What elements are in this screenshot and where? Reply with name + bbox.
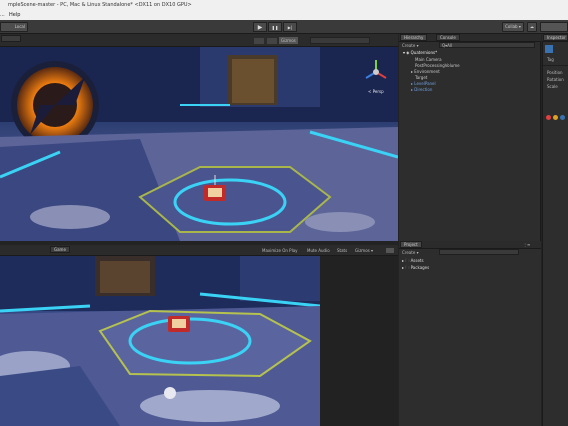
persp-label[interactable]: < Persp [368,89,384,94]
project-create-button[interactable]: Create ▾ [402,250,419,255]
scene-2d-toggle[interactable] [254,38,264,44]
collab-button[interactable]: Collab ▾ [502,22,524,32]
inspector-scale-label: Scale [547,84,558,89]
inspector-position-label: Position [547,70,563,75]
tab-console[interactable]: Console [436,34,460,41]
tab-project[interactable]: Project [400,241,422,248]
unity-editor-window: { "window": {"title": "mpleScene-master … [0,0,568,426]
main-toolbar: Local ▶ ❚❚ ▶| Collab ▾ ☁ [0,20,568,34]
game-render [0,256,320,426]
window-title: mpleScene-master - PC, Mac & Linux Stand… [8,2,192,8]
collab-label: Collab ▾ [505,24,521,29]
tab-inspector[interactable]: Inspector [543,34,568,41]
game-gizmos-dropdown[interactable]: Gizmos ▾ [355,248,373,253]
menu-item-help[interactable]: Help [9,11,20,20]
scene-name: Quaternions* [410,50,438,55]
pause-button[interactable]: ❚❚ [268,22,282,32]
hierarchy-search-input[interactable]: Q▾All [439,42,535,48]
game-view-empty-area [320,256,398,426]
scene-lighting-toggle[interactable] [267,38,277,44]
tab-game-label: Game [54,247,66,252]
maximize-on-play-toggle[interactable]: Maximize On Play [262,248,298,253]
project-folder[interactable]: ▸ 🗀 Assets [402,258,424,263]
inspector-tag-label: Tag [547,57,554,62]
step-button[interactable]: ▶| [283,22,297,32]
pivot-local-toggle[interactable]: Local [0,22,28,32]
hierarchy-tab-strip: Hierarchy Console [399,34,541,42]
hierarchy-item[interactable]: PostProcessingVolume [415,63,460,68]
hierarchy-item-label: Environment [414,69,440,74]
project-folder-label: Assets [410,258,424,263]
component-icon [560,115,565,120]
game-tab-strip: Game Maximize On Play Mute Audio Stats G… [0,245,398,256]
hierarchy-create-button[interactable]: Create ▾ [402,43,419,48]
play-icon: ▶ [257,24,263,31]
hierarchy-item[interactable]: ▸ LevelPanel [411,81,436,86]
account-dropdown[interactable] [540,22,568,32]
play-button[interactable]: ▶ [253,22,267,32]
window-title-bar: mpleScene-master - PC, Mac & Linux Stand… [0,0,568,11]
panel-menu-icon[interactable] [386,248,394,253]
hierarchy-item-label: LevelPanel [414,81,436,86]
pause-icon: ❚❚ [271,25,279,30]
project-folder-label: Packages [410,265,430,270]
scene-search-input[interactable] [310,37,370,44]
hierarchy-panel: Create ▾ Q▾All ▾ ◈ Quaternions* Main Cam… [399,42,541,241]
panel-options-icon[interactable]: ⋮≡ [523,242,530,247]
scene-tab-strip: Gizmos [0,34,398,47]
inspector-panel: Tag Position Rotation Scale [542,42,568,426]
tab-game[interactable]: Game [50,246,70,253]
game-view[interactable] [0,256,320,426]
tab-hierarchy-label: Hierarchy [404,35,424,40]
gameobject-icon [545,45,553,53]
component-icon [546,115,551,120]
project-panel: Create ▾ ▸ 🗀 Assets ▸ 🗀 Packages [399,249,541,426]
menu-item-partial[interactable]: ... [0,11,5,20]
hierarchy-item[interactable]: Target [415,75,427,80]
tab-hierarchy[interactable]: Hierarchy [400,34,428,41]
hierarchy-scene-root[interactable]: ▾ ◈ Quaternions* [403,50,437,55]
cloud-icon[interactable]: ☁ [527,22,537,32]
scene-view[interactable]: < Persp [0,47,398,241]
hierarchy-item[interactable]: ▸ Direction [411,87,432,92]
hierarchy-item-label: Direction [414,87,433,92]
gizmos-label: Gizmos [281,38,296,43]
stats-toggle[interactable]: Stats [337,248,347,253]
gizmos-dropdown[interactable]: Gizmos [279,37,298,44]
project-search-input[interactable] [439,249,519,255]
project-tab-strip: Project ⋮≡ [399,241,541,249]
menu-bar: ... Help [0,11,568,20]
tab-project-label: Project [404,242,418,247]
inspector-rotation-label: Rotation [547,77,564,82]
step-icon: ▶| [287,25,293,30]
pivot-local-label: Local [14,24,25,29]
inspector-tab-strip: Inspector [542,34,568,42]
tab-scene[interactable] [1,35,21,42]
tab-console-label: Console [440,35,456,40]
scene-render [0,47,398,241]
inspector-divider [543,65,568,66]
component-icon [553,115,558,120]
hierarchy-item[interactable]: ▸ Environment [411,69,440,74]
mute-audio-toggle[interactable]: Mute Audio [307,248,330,253]
tab-inspector-label: Inspector [547,35,566,40]
hierarchy-item[interactable]: Main Camera [415,57,442,62]
project-folder[interactable]: ▸ 🗀 Packages [402,265,429,270]
